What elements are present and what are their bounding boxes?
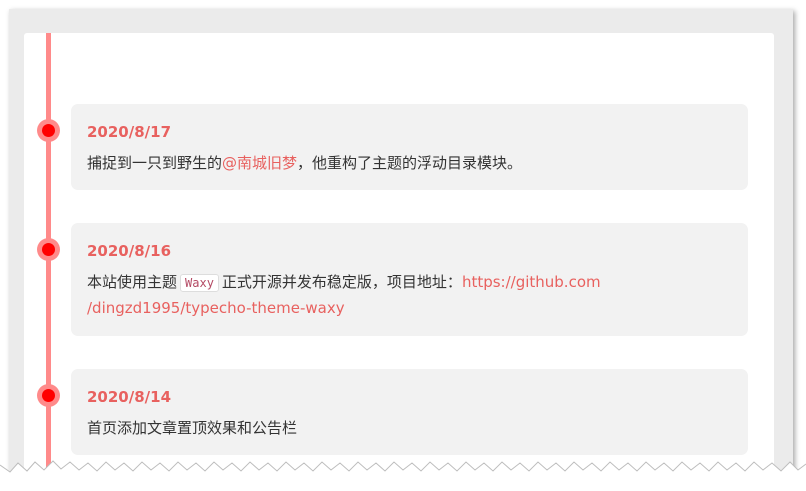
author-link[interactable]: @南城旧梦 (222, 154, 297, 172)
entry-text-segment: 捕捉到一只到野生的 (87, 154, 223, 172)
entry-date: 2020/8/17 (87, 123, 172, 141)
entry-text-line2: /dingzd1995/typecho-theme-waxy (87, 295, 345, 321)
timeline-dot (37, 384, 60, 407)
timeline-dot (37, 238, 60, 261)
entry-text-segment: 正式开源并发布稳定版，项目地址： (221, 273, 462, 291)
timeline-entry: 2020/8/17 捕捉到一只到野生的@南城旧梦，他重构了主题的浮动目录模块。 (71, 104, 748, 190)
entry-date: 2020/8/14 (87, 388, 172, 406)
project-link-continued[interactable]: /dingzd1995/typecho-theme-waxy (87, 299, 345, 317)
entry-text-segment: ，他重构了主题的浮动目录模块。 (297, 154, 523, 172)
entry-text: 捕捉到一只到野生的@南城旧梦，他重构了主题的浮动目录模块。 (87, 150, 522, 176)
entry-text-segment: 本站使用主题 (87, 273, 178, 291)
timeline-entry: 2020/8/14 首页添加文章置顶效果和公告栏 (71, 369, 748, 455)
timeline-entry: 2020/8/16 本站使用主题 Waxy 正式开源并发布稳定版，项目地址：http… (71, 223, 748, 336)
entry-text: 本站使用主题 Waxy 正式开源并发布稳定版，项目地址：https://github… (87, 269, 601, 296)
entry-date: 2020/8/16 (87, 242, 172, 260)
timeline-dot (37, 119, 60, 142)
theme-code-badge: Waxy (180, 274, 219, 292)
project-link[interactable]: https://github.com (462, 273, 601, 291)
screenshot: 2020/8/17 捕捉到一只到野生的@南城旧梦，他重构了主题的浮动目录模块。 … (0, 0, 806, 491)
entry-text: 首页添加文章置顶效果和公告栏 (87, 419, 298, 437)
